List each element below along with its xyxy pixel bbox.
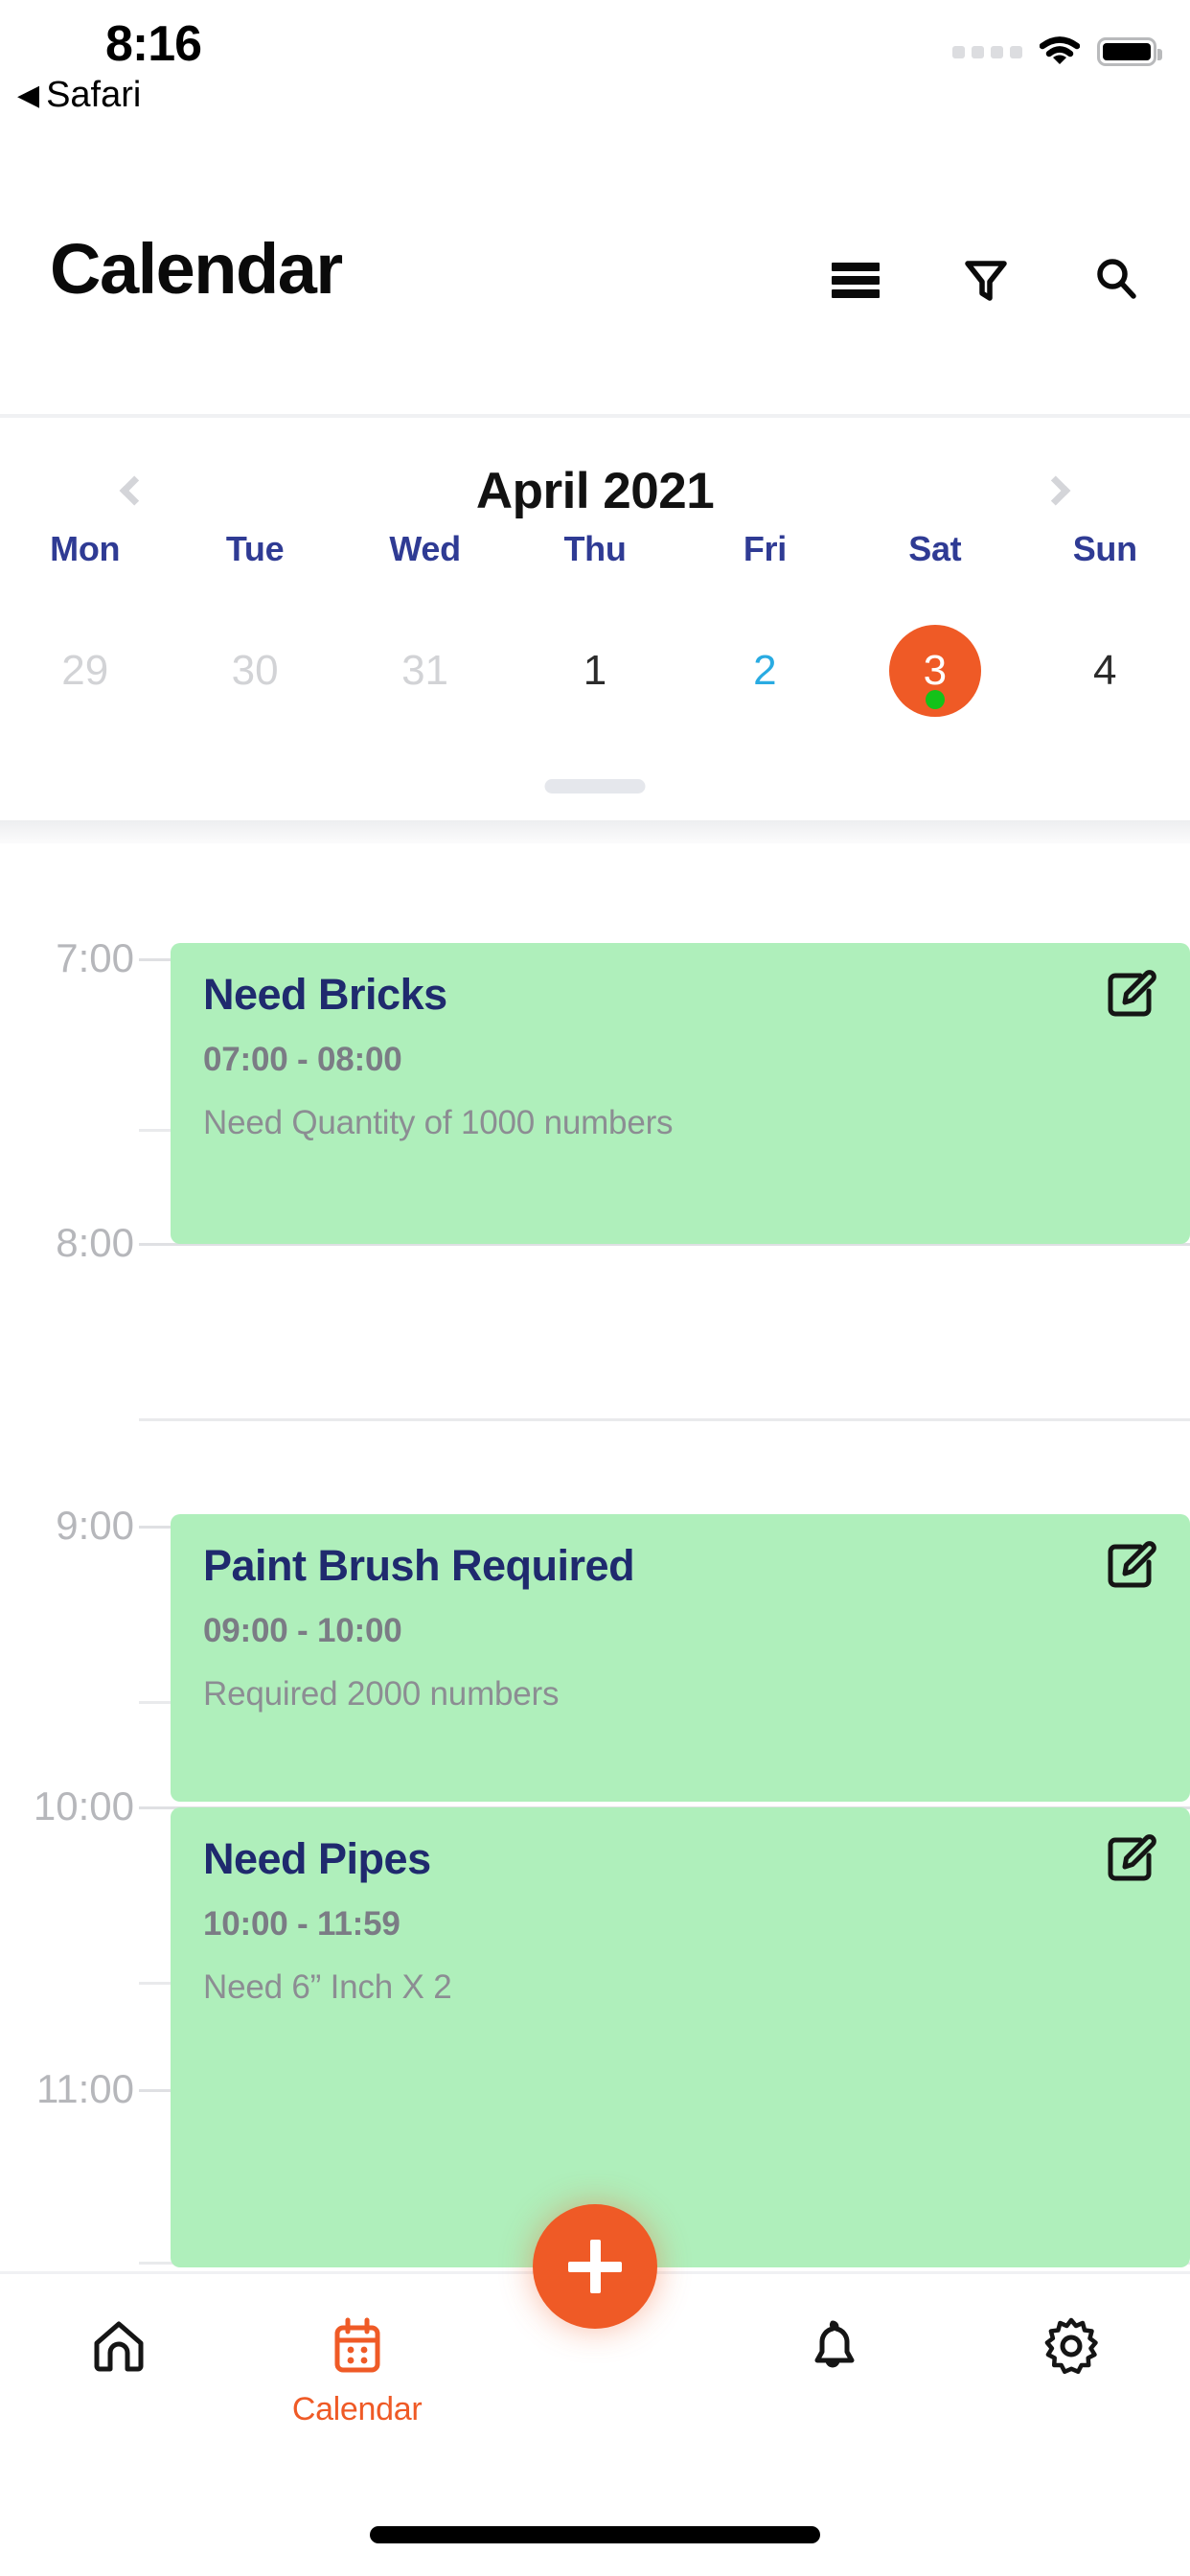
signal-dots-icon xyxy=(952,45,1022,58)
edit-event-icon[interactable] xyxy=(1106,1834,1157,1886)
date-number: 31 xyxy=(401,647,449,694)
weekday-label: Mon xyxy=(50,529,121,568)
date-cell-1[interactable]: 1 xyxy=(510,625,679,717)
date-cell-31[interactable]: 31 xyxy=(340,625,510,717)
weekday-header-row: Mon Tue Wed Thu Fri Sat Sun xyxy=(0,529,1190,569)
month-label: April 2021 xyxy=(475,463,715,519)
month-navigation: April 2021 xyxy=(0,447,1190,539)
gear-icon xyxy=(1041,2316,1101,2376)
tab-label: Calendar xyxy=(291,2391,423,2427)
filter-icon[interactable] xyxy=(958,251,1014,307)
agenda-timeline: 7:00 8:00 9:00 10:00 11:00 Need Bricks 0… xyxy=(0,843,1190,2271)
event-card[interactable]: Need Pipes 10:00 - 11:59 Need 6” Inch X … xyxy=(171,1807,1190,2267)
tab-spacer-fab xyxy=(476,2316,714,2479)
back-arrow-icon: ◀ xyxy=(17,79,40,111)
edit-event-icon[interactable] xyxy=(1106,970,1157,1022)
edit-event-icon[interactable] xyxy=(1106,1541,1157,1593)
event-title: Need Pipes xyxy=(203,1834,431,1883)
home-indicator xyxy=(370,2526,820,2543)
event-description: Required 2000 numbers xyxy=(203,1675,560,1713)
tab-notifications[interactable] xyxy=(714,2316,951,2479)
weekday-label: Tue xyxy=(225,529,285,568)
tab-home[interactable] xyxy=(0,2316,238,2479)
strip-drag-handle[interactable] xyxy=(544,779,646,794)
weekday-label: Fri xyxy=(743,529,787,568)
tab-list: Calendar xyxy=(0,2316,1190,2479)
hour-label-7: 7:00 xyxy=(56,935,134,980)
next-month-button[interactable] xyxy=(1026,456,1089,525)
header-divider xyxy=(0,414,1190,418)
plus-icon-bar-v xyxy=(589,2240,601,2293)
bell-icon xyxy=(803,2316,862,2376)
wifi-icon xyxy=(1039,36,1081,67)
page-title: Calendar xyxy=(50,229,343,309)
app-header: Calendar xyxy=(0,136,1190,418)
event-indicator-dot xyxy=(925,690,945,709)
weekday-mon: Mon xyxy=(0,529,170,569)
weekday-label: Wed xyxy=(389,529,461,568)
weekday-label: Thu xyxy=(563,529,627,568)
date-number-text: 3 xyxy=(923,647,948,694)
search-icon[interactable] xyxy=(1088,251,1144,307)
date-number: 1 xyxy=(583,647,607,694)
weekday-sun: Sun xyxy=(1020,529,1190,569)
half-hour-gridline-8-30 xyxy=(139,1418,1190,1421)
tab-calendar[interactable]: Calendar xyxy=(238,2316,475,2479)
weekday-sat: Sat xyxy=(850,529,1019,569)
date-row: 29 30 31 1 2 3 4 xyxy=(0,625,1190,717)
date-cell-3-selected[interactable]: 3 xyxy=(850,625,1019,717)
date-cell-4[interactable]: 4 xyxy=(1020,625,1190,717)
status-bar-time: 8:16 xyxy=(105,16,202,72)
date-number: 30 xyxy=(231,647,279,694)
home-icon xyxy=(89,2316,149,2376)
header-actions xyxy=(828,251,1144,307)
weekday-thu: Thu xyxy=(510,529,679,569)
date-cell-30[interactable]: 30 xyxy=(170,625,339,717)
weekday-label: Sat xyxy=(908,529,962,568)
date-number-selected: 3 xyxy=(888,625,981,717)
weekday-wed: Wed xyxy=(340,529,510,569)
calendar-icon xyxy=(328,2316,387,2376)
weekday-fri: Fri xyxy=(680,529,850,569)
event-title: Paint Brush Required xyxy=(203,1541,635,1590)
event-card[interactable]: Paint Brush Required 09:00 - 10:00 Requi… xyxy=(171,1514,1190,1802)
date-cell-2[interactable]: 2 xyxy=(680,625,850,717)
date-number: 2 xyxy=(753,647,777,694)
back-to-safari-link[interactable]: ◀ Safari xyxy=(17,75,141,116)
hour-label-11: 11:00 xyxy=(36,2066,134,2111)
date-number: 4 xyxy=(1092,647,1117,694)
weekday-label: Sun xyxy=(1072,529,1137,568)
date-cell-29[interactable]: 29 xyxy=(0,625,170,717)
battery-icon xyxy=(1097,37,1162,66)
event-title: Need Bricks xyxy=(203,970,447,1019)
weekday-tue: Tue xyxy=(170,529,339,569)
event-time: 09:00 - 10:00 xyxy=(203,1612,402,1649)
status-bar-indicators xyxy=(952,36,1162,67)
event-time: 07:00 - 08:00 xyxy=(203,1041,402,1078)
tab-settings[interactable] xyxy=(952,2316,1190,2479)
back-to-safari-label: Safari xyxy=(46,75,142,115)
status-bar: 8:16 ◀ Safari xyxy=(0,0,1190,136)
hour-label-8: 8:00 xyxy=(56,1220,134,1265)
event-description: Need Quantity of 1000 numbers xyxy=(203,1104,674,1141)
menu-icon[interactable] xyxy=(828,251,883,307)
hour-label-10: 10:00 xyxy=(33,1783,134,1828)
event-card[interactable]: Need Bricks 07:00 - 08:00 Need Quantity … xyxy=(171,943,1190,1244)
hour-label-9: 9:00 xyxy=(56,1503,134,1548)
event-time: 10:00 - 11:59 xyxy=(203,1905,400,1943)
add-event-fab[interactable] xyxy=(533,2204,657,2329)
event-description: Need 6” Inch X 2 xyxy=(203,1968,452,2006)
calendar-week-strip: April 2021 Mon Tue Wed Thu Fri Sat Sun 2… xyxy=(0,422,1190,820)
date-number: 29 xyxy=(61,647,109,694)
